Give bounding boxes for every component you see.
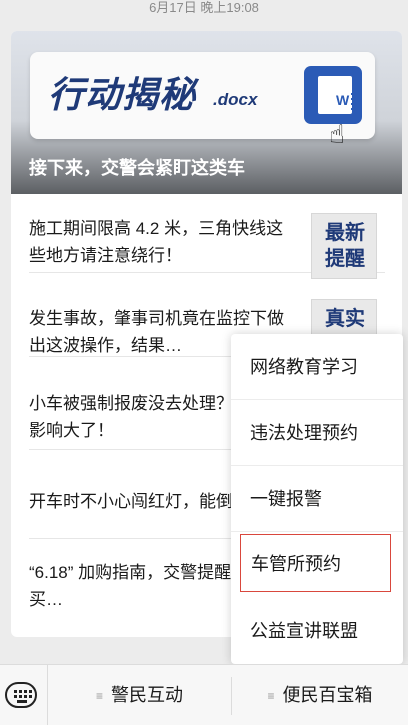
menu-label: 便民百宝箱 — [282, 685, 373, 705]
popup-menu: 网络教育学习 违法处理预约 一键报警 车管所预约 公益宣讲联盟 — [231, 334, 403, 664]
popup-item-public-lecture[interactable]: 公益宣讲联盟 — [231, 598, 403, 664]
chat-timestamp: 6月17日 晚上19:08 — [149, 0, 259, 15]
popup-item-violation-appointment[interactable]: 违法处理预约 — [231, 400, 403, 466]
keyboard-toggle-button[interactable] — [0, 665, 48, 725]
article-item[interactable]: 施工期间限高 4.2 米，三角快线这些地方请注意绕行！ 最新提醒 — [29, 207, 385, 279]
pointer-hand-icon: ☝ — [329, 119, 345, 149]
article-title: 开车时不小心闯红灯，能倒 — [29, 492, 233, 511]
word-letter: W — [336, 92, 350, 108]
menu-police-interaction[interactable]: ≡ 警民互动 — [48, 665, 231, 725]
menu-convenience-toolbox[interactable]: ≡ 便民百宝箱 — [232, 665, 408, 725]
article-title: “6.18” 加购指南，交警提醒买… — [29, 563, 232, 609]
word-document-icon: W — [304, 66, 362, 124]
popup-item-vehicle-office-appointment[interactable]: 车管所预约 — [240, 534, 391, 592]
article-title: 施工期间限高 4.2 米，三角快线这些地方请注意绕行！ — [29, 219, 284, 265]
banner-caption: 接下来，交警会紧盯这类车 — [29, 158, 245, 178]
thumbnail-text: 最新提醒 — [325, 220, 365, 270]
banner-article[interactable]: 行动揭秘 .docx W ☝ 接下来，交警会紧盯这类车 — [11, 31, 402, 194]
keyboard-icon — [5, 682, 37, 708]
banner-doc-title: 行动揭秘 — [48, 75, 197, 116]
bottom-menu-bar: ≡ 警民互动 ≡ 便民百宝箱 — [0, 664, 408, 725]
banner-doc-image: 行动揭秘 .docx W — [30, 52, 375, 139]
popup-item-emergency-call[interactable]: 一键报警 — [231, 466, 403, 532]
popup-item-online-education[interactable]: 网络教育学习 — [231, 334, 403, 400]
menu-list-icon: ≡ — [267, 688, 275, 703]
article-thumbnail: 最新提醒 — [311, 213, 377, 279]
menu-label: 警民互动 — [111, 685, 183, 705]
menu-list-icon: ≡ — [95, 688, 103, 703]
banner-doc-ext: .docx — [213, 90, 258, 109]
thumbnail-text: 真实 — [325, 306, 365, 330]
